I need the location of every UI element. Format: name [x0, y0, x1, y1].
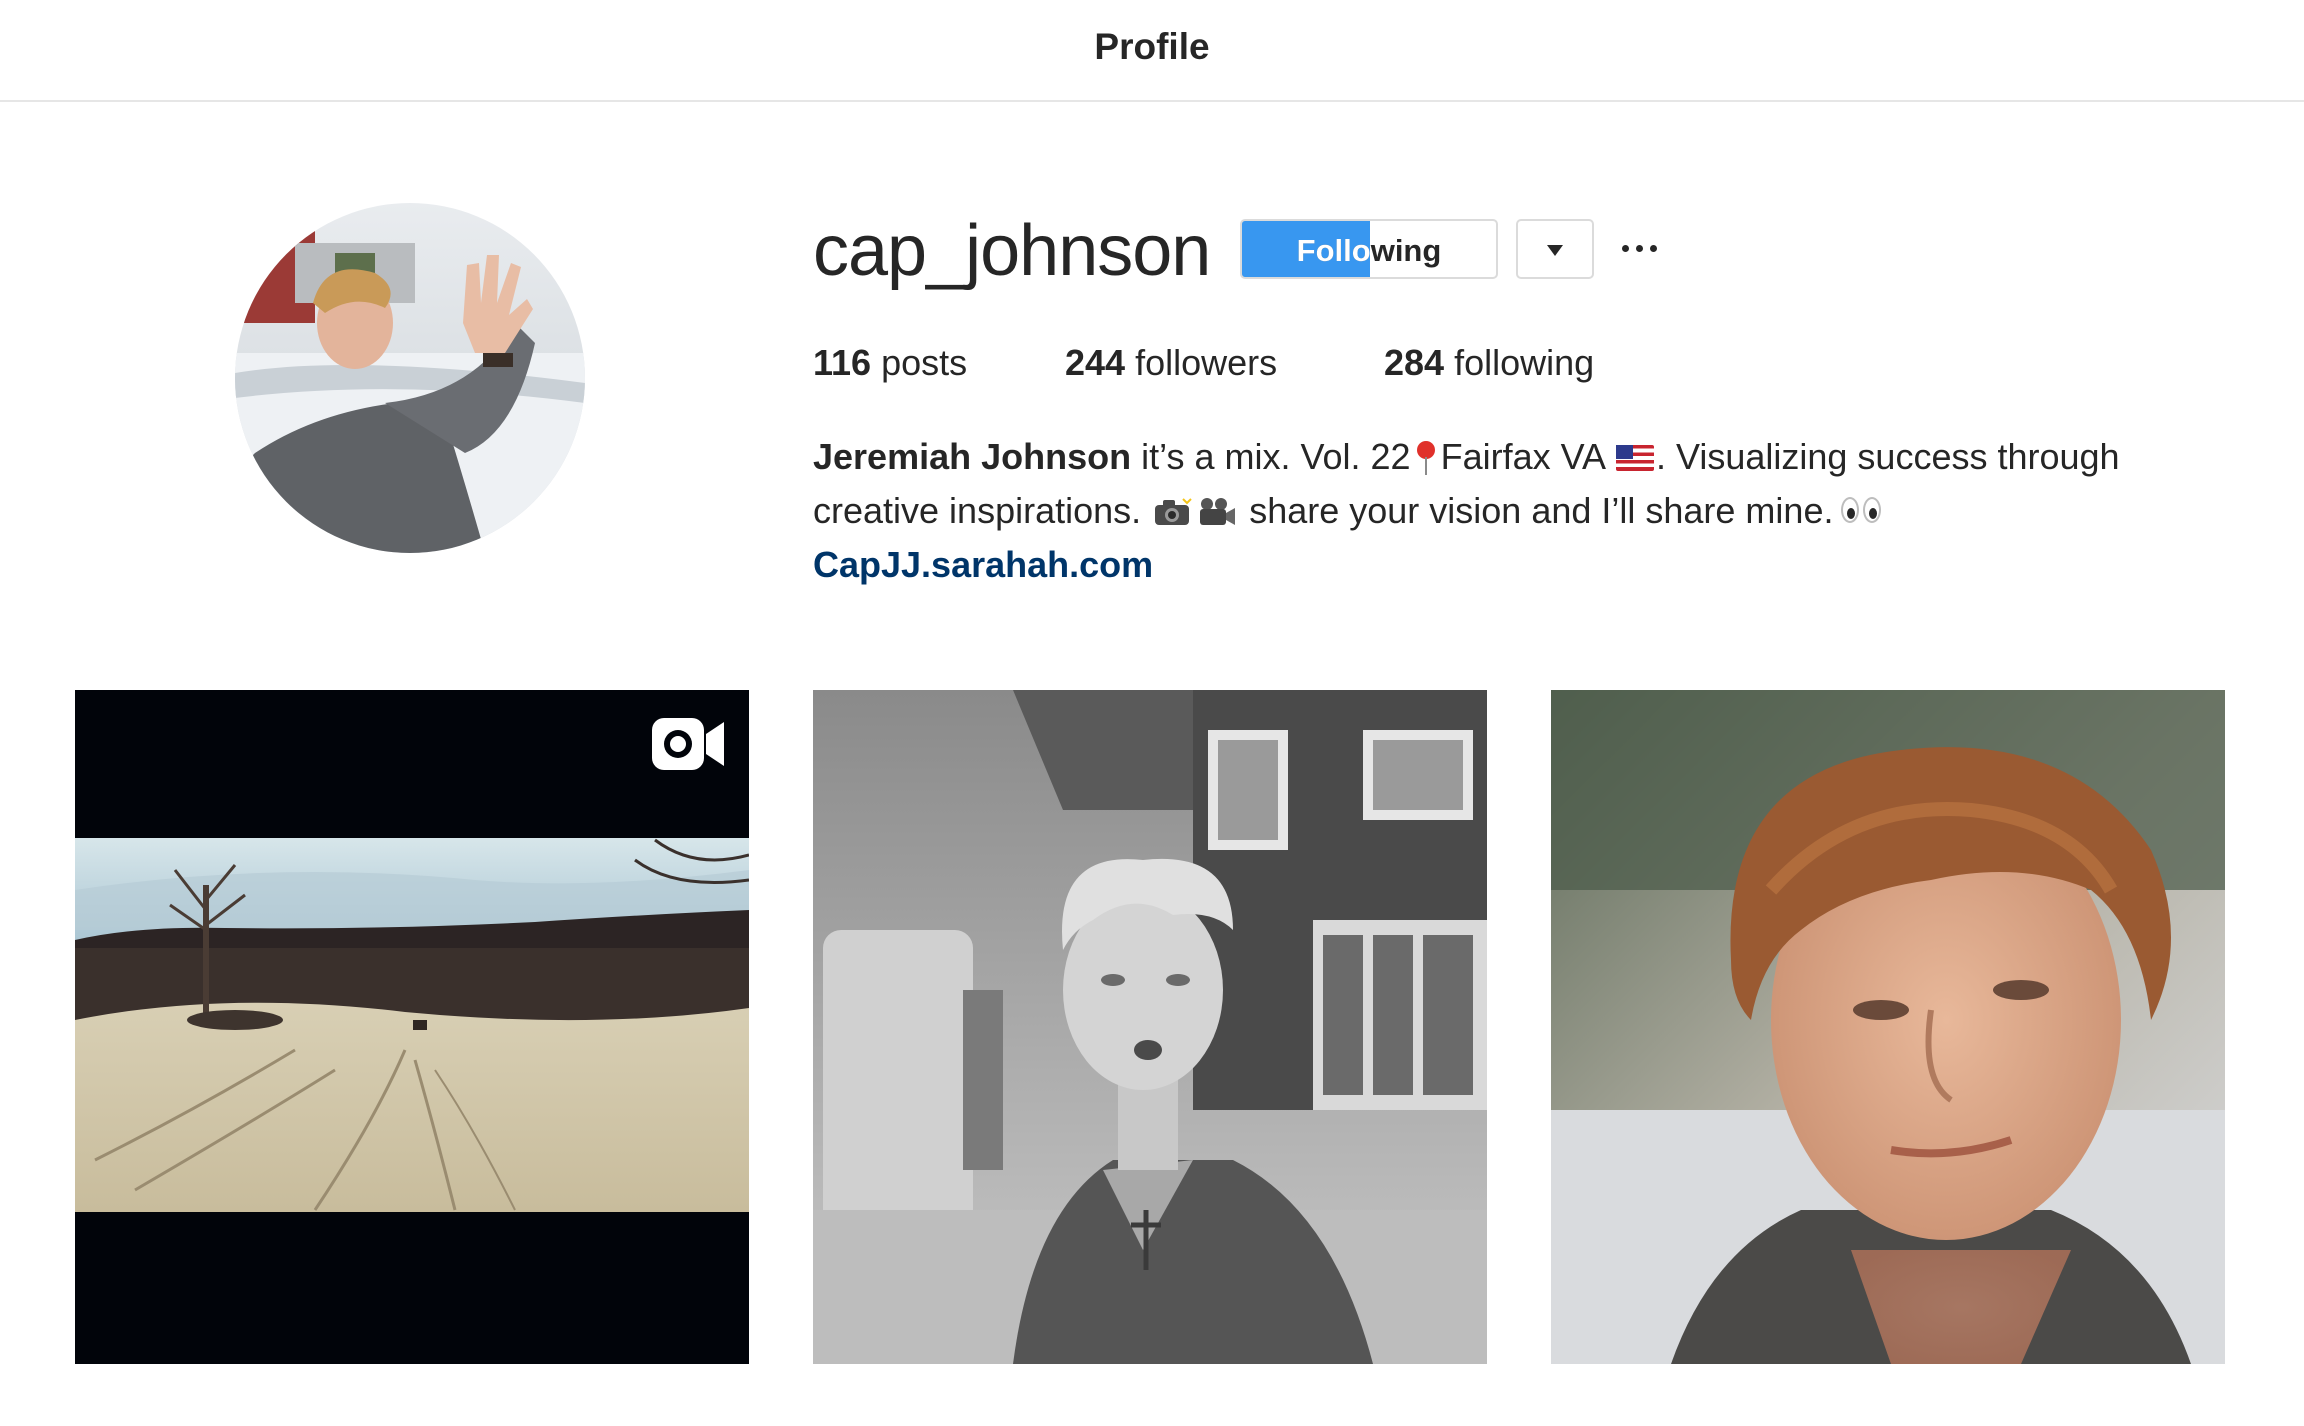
more-options-button[interactable]	[1620, 225, 1660, 271]
us-flag-icon	[1615, 445, 1654, 471]
profile-full-name: Jeremiah Johnson	[813, 436, 1132, 477]
following-button-label-highlight: Following	[1296, 233, 1370, 268]
bio-text-1: it’s a mix. Vol. 22	[1141, 436, 1411, 477]
followers-stat[interactable]: 244 followers	[1065, 342, 1277, 384]
followers-count: 244	[1065, 342, 1126, 383]
post-thumbnail-3[interactable]	[1551, 690, 2225, 1364]
round-pushpin-icon	[1415, 441, 1437, 475]
posts-label: posts	[881, 342, 968, 383]
avatar-image	[235, 203, 585, 553]
followers-label: followers	[1135, 342, 1278, 383]
snowy-field-photo	[75, 690, 749, 1364]
bio-text-5: share your vision and I’ll share mine.	[1249, 490, 1834, 531]
profile-bio: Jeremiah Johnson it’s a mix. Vol. 22 Fair…	[813, 430, 2253, 592]
following-count: 284	[1384, 342, 1445, 383]
bio-text-4: creative inspirations.	[813, 490, 1142, 531]
following-button[interactable]: Following Following	[1240, 219, 1498, 279]
following-stat[interactable]: 284 following	[1384, 342, 1594, 384]
caret-down-icon	[1547, 245, 1563, 256]
camera-flash-icon	[1153, 488, 1193, 525]
page-title: Profile	[1094, 26, 1210, 67]
top-header: Profile	[0, 0, 2304, 102]
bio-text-2: Fairfax VA	[1440, 436, 1604, 477]
posts-count: 116	[813, 342, 872, 383]
following-label: following	[1454, 342, 1595, 383]
profile-username: cap_johnson	[813, 211, 1211, 291]
profile-avatar[interactable]	[235, 203, 585, 553]
post-thumbnail-2[interactable]	[813, 690, 1487, 1364]
bio-text-3: . Visualizing success through	[1655, 436, 2120, 477]
posts-count-stat: 116 posts	[813, 342, 967, 384]
post-thumbnail-1[interactable]	[75, 690, 749, 1364]
closeup-portrait-photo	[1551, 690, 2225, 1364]
bio-line-1: Jeremiah Johnson it’s a mix. Vol. 22 Fair…	[813, 430, 2253, 484]
video-camera-icon	[652, 718, 724, 770]
profile-website-link[interactable]: CapJJ.sarahah.com	[813, 538, 2253, 592]
following-button-progress-fill: Following	[1242, 221, 1370, 277]
bw-portrait-photo	[813, 690, 1487, 1364]
movie-camera-icon	[1197, 488, 1237, 525]
eyes-icon	[1839, 495, 1885, 527]
bio-line-2: creative inspirations. share your vision…	[813, 484, 2253, 538]
suggestions-dropdown-button[interactable]	[1516, 219, 1594, 279]
